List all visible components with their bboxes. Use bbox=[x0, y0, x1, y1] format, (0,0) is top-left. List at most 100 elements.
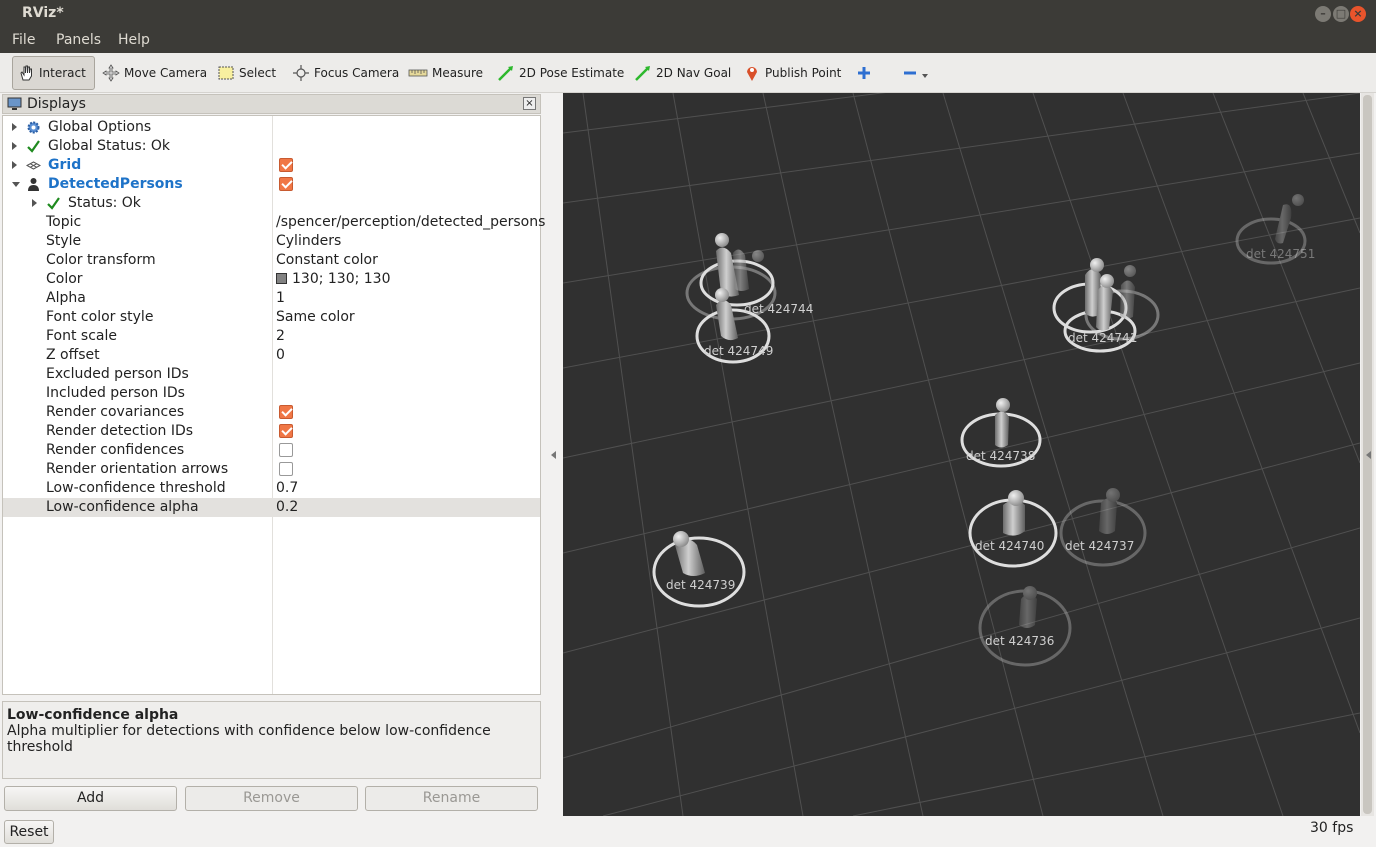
status-label: Status: Ok bbox=[68, 195, 141, 211]
expand-arrow-icon[interactable] bbox=[12, 161, 17, 169]
property-value[interactable]: 0.2 bbox=[276, 499, 298, 515]
property-font-color-style[interactable]: Font color style Same color bbox=[3, 308, 540, 327]
property-value[interactable]: 0.7 bbox=[276, 480, 298, 496]
title-bar: RViz* – □ × bbox=[0, 0, 1376, 29]
grid-enabled-checkbox[interactable] bbox=[279, 158, 293, 172]
green-arrow-icon bbox=[498, 66, 513, 81]
person-marker-424737[interactable] bbox=[1059, 488, 1147, 567]
focus-camera-tool[interactable]: Focus Camera bbox=[288, 56, 403, 90]
menu-file[interactable]: File bbox=[12, 32, 35, 48]
property-description: Low-confidence alpha Alpha multiplier fo… bbox=[2, 701, 541, 779]
select-label: Select bbox=[239, 66, 277, 80]
gear-icon bbox=[27, 121, 40, 134]
property-excluded-ids[interactable]: Excluded person IDs bbox=[3, 365, 540, 384]
property-alpha[interactable]: Alpha 1 bbox=[3, 289, 540, 308]
expand-arrow-icon[interactable] bbox=[32, 199, 37, 207]
detected-persons-enabled-checkbox[interactable] bbox=[279, 177, 293, 191]
tree-item-global-options[interactable]: Global Options bbox=[3, 118, 540, 137]
publish-point-label: Publish Point bbox=[765, 66, 842, 80]
minus-dropdown-icon bbox=[904, 71, 928, 78]
property-included-ids[interactable]: Included person IDs bbox=[3, 384, 540, 403]
select-tool[interactable]: Select bbox=[213, 56, 280, 90]
property-label: Render detection IDs bbox=[46, 423, 194, 439]
fps-counter: 30 fps bbox=[1310, 820, 1354, 836]
focus-camera-label: Focus Camera bbox=[314, 66, 400, 80]
render-detection-ids-checkbox[interactable] bbox=[279, 424, 293, 438]
person-marker-424739[interactable] bbox=[652, 531, 746, 608]
ruler-icon bbox=[408, 69, 428, 77]
2d-pose-estimate-tool[interactable]: 2D Pose Estimate bbox=[493, 56, 628, 90]
collapse-arrow-icon[interactable] bbox=[12, 182, 20, 187]
rename-button[interactable]: Rename bbox=[365, 786, 538, 811]
maximize-button[interactable]: □ bbox=[1333, 6, 1349, 22]
remove-tool-button[interactable] bbox=[896, 56, 942, 90]
property-font-scale[interactable]: Font scale 2 bbox=[3, 327, 540, 346]
property-label: Render covariances bbox=[46, 404, 185, 420]
property-render-detection-ids[interactable]: Render detection IDs bbox=[3, 422, 540, 441]
property-value[interactable]: Cylinders bbox=[276, 233, 341, 249]
property-value[interactable]: 1 bbox=[276, 290, 285, 306]
render-orientation-arrows-checkbox[interactable] bbox=[279, 462, 293, 476]
property-render-confidences[interactable]: Render confidences bbox=[3, 441, 540, 460]
tree-item-detected-persons[interactable]: DetectedPersons bbox=[3, 175, 540, 194]
render-confidences-checkbox[interactable] bbox=[279, 443, 293, 457]
tree-item-status[interactable]: Status: Ok bbox=[3, 194, 540, 213]
property-label: Color transform bbox=[46, 252, 156, 268]
property-value[interactable]: Constant color bbox=[276, 252, 378, 268]
property-color-transform[interactable]: Color transform Constant color bbox=[3, 251, 540, 270]
property-render-covariances[interactable]: Render covariances bbox=[3, 403, 540, 422]
property-label: Style bbox=[46, 233, 82, 249]
3d-render-view[interactable]: det 424751 det 424744 det 424749 det 424… bbox=[563, 93, 1360, 816]
move-camera-icon bbox=[102, 64, 120, 82]
property-z-offset[interactable]: Z offset 0 bbox=[3, 346, 540, 365]
tree-item-global-status[interactable]: Global Status: Ok bbox=[3, 137, 540, 156]
interact-tool[interactable]: Interact bbox=[12, 56, 95, 90]
grid-icon bbox=[26, 161, 41, 170]
publish-point-tool[interactable]: Publish Point bbox=[739, 56, 845, 90]
property-low-confidence-alpha[interactable]: Low-confidence alpha 0.2 bbox=[3, 498, 540, 517]
person-marker-424736[interactable] bbox=[978, 586, 1072, 667]
reset-button[interactable]: Reset bbox=[4, 820, 54, 844]
map-pin-icon bbox=[747, 67, 757, 81]
tree-item-grid[interactable]: Grid bbox=[3, 156, 540, 175]
property-label: Render confidences bbox=[46, 442, 185, 458]
detection-id-label: det 424740 bbox=[975, 539, 1044, 553]
expand-arrow-icon[interactable] bbox=[12, 142, 17, 150]
minimize-button[interactable]: – bbox=[1315, 6, 1331, 22]
property-value[interactable]: 130; 130; 130 bbox=[276, 271, 391, 287]
property-label: Included person IDs bbox=[46, 385, 185, 401]
green-arrow-icon bbox=[635, 66, 650, 81]
render-covariances-checkbox[interactable] bbox=[279, 405, 293, 419]
panel-close-icon[interactable]: × bbox=[523, 97, 536, 110]
property-render-orientation-arrows[interactable]: Render orientation arrows bbox=[3, 460, 540, 479]
property-value[interactable]: /spencer/perception/detected_persons bbox=[276, 214, 545, 230]
collapse-left-panel-icon[interactable] bbox=[551, 451, 556, 459]
3d-scene[interactable]: det 424751 det 424744 det 424749 det 424… bbox=[563, 93, 1360, 816]
property-value[interactable]: 2 bbox=[276, 328, 285, 344]
property-color[interactable]: Color 130; 130; 130 bbox=[3, 270, 540, 289]
interact-label: Interact bbox=[39, 66, 86, 80]
property-value[interactable]: Same color bbox=[276, 309, 355, 325]
property-style[interactable]: Style Cylinders bbox=[3, 232, 540, 251]
person-marker-424740[interactable] bbox=[968, 490, 1058, 568]
property-label: Alpha bbox=[46, 290, 86, 306]
remove-button[interactable]: Remove bbox=[185, 786, 358, 811]
expand-arrow-icon[interactable] bbox=[12, 123, 17, 131]
add-button[interactable]: Add bbox=[4, 786, 177, 811]
description-title: Low-confidence alpha bbox=[7, 707, 179, 723]
property-label: Low-confidence alpha bbox=[46, 499, 199, 515]
person-icon bbox=[28, 178, 39, 191]
measure-tool[interactable]: Measure bbox=[404, 56, 487, 90]
collapse-right-panel-icon[interactable] bbox=[1366, 451, 1371, 459]
property-low-confidence-threshold[interactable]: Low-confidence threshold 0.7 bbox=[3, 479, 540, 498]
close-button[interactable]: × bbox=[1350, 6, 1366, 22]
menu-panels[interactable]: Panels bbox=[56, 32, 101, 48]
add-tool-button[interactable] bbox=[852, 56, 880, 90]
menu-help[interactable]: Help bbox=[118, 32, 150, 48]
move-camera-tool[interactable]: Move Camera bbox=[98, 56, 211, 90]
property-value[interactable]: 0 bbox=[276, 347, 285, 363]
property-topic[interactable]: Topic /spencer/perception/detected_perso… bbox=[3, 213, 545, 232]
color-swatch bbox=[276, 273, 287, 284]
2d-nav-goal-label: 2D Nav Goal bbox=[656, 66, 732, 80]
2d-nav-goal-tool[interactable]: 2D Nav Goal bbox=[630, 56, 735, 90]
